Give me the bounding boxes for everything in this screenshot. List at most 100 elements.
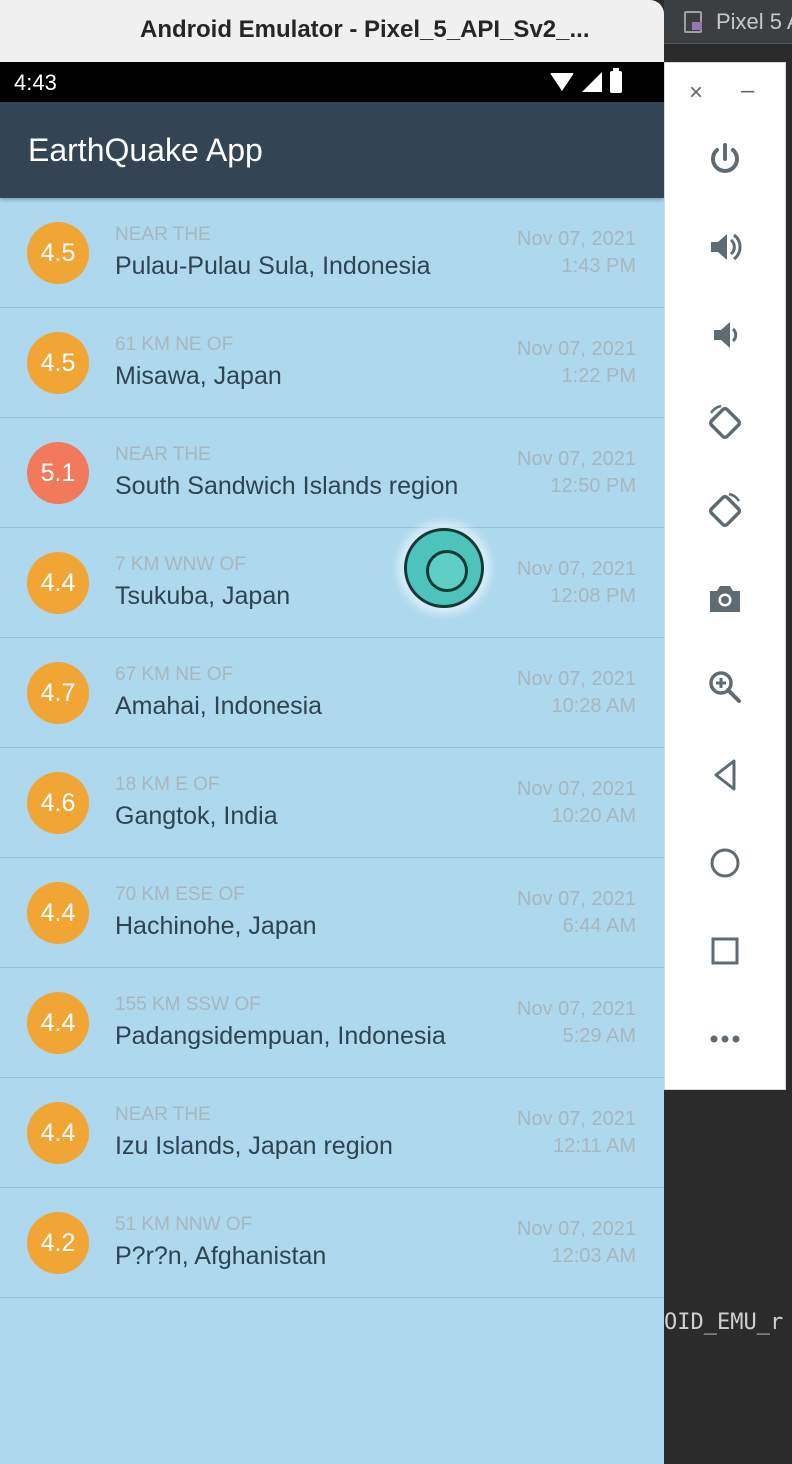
earthquake-row[interactable]: 4.4 70 KM ESE OF Hachinohe, Japan Nov 07, 2… bbox=[0, 858, 664, 968]
zoom-icon bbox=[709, 671, 741, 703]
earthquake-row[interactable]: 4.2 51 KM NNW OF P?r?n, Afghanistan Nov 07,… bbox=[0, 1188, 664, 1298]
quake-date: Nov 07, 2021 bbox=[517, 888, 636, 910]
primary-location: Tsukuba, Japan bbox=[115, 582, 291, 610]
earthquake-row[interactable]: 4.4 155 KM SSW OF Padangsidempuan, Indones… bbox=[0, 968, 664, 1078]
location-offset: 61 KM NE OF bbox=[115, 334, 234, 355]
volume-up-button[interactable] bbox=[703, 225, 747, 269]
earthquake-row[interactable]: 4.4 NEAR THE Izu Islands, Japan region Nov … bbox=[0, 1078, 664, 1188]
volume-down-icon bbox=[714, 322, 738, 348]
home-button[interactable] bbox=[703, 841, 747, 885]
quake-time: 12:03 AM bbox=[551, 1245, 636, 1267]
quake-time: 1:43 PM bbox=[561, 255, 636, 277]
ide-tab-pixel5[interactable]: Pixel 5 A bbox=[664, 0, 792, 44]
earthquake-row[interactable]: 4.4 7 KM WNW OF Tsukuba, Japan Nov 07, 2021… bbox=[0, 528, 664, 638]
status-bar: 4:43 bbox=[0, 62, 664, 102]
location-offset: NEAR THE bbox=[115, 1104, 211, 1125]
power-button[interactable] bbox=[703, 137, 747, 181]
app-title: EarthQuake App bbox=[28, 132, 263, 168]
magnitude-badge: 5.1 bbox=[27, 442, 89, 504]
volume-up-icon bbox=[711, 233, 742, 261]
phone-screen[interactable]: 4:43 EarthQuake App 4.5 NEAR THE Pulau-Pul… bbox=[0, 62, 664, 1464]
location-offset: 155 KM SSW OF bbox=[115, 994, 261, 1015]
magnitude-badge: 4.5 bbox=[27, 222, 89, 284]
magnitude-badge: 4.4 bbox=[27, 992, 89, 1054]
primary-location: Amahai, Indonesia bbox=[115, 692, 323, 720]
primary-location: Misawa, Japan bbox=[115, 362, 282, 390]
more-icon bbox=[710, 1035, 740, 1043]
quake-date: Nov 07, 2021 bbox=[517, 1218, 636, 1240]
screenshot-button[interactable] bbox=[703, 577, 747, 621]
emulator-toolbar: × – bbox=[664, 62, 786, 1090]
back-icon bbox=[714, 759, 736, 791]
zoom-button[interactable] bbox=[703, 665, 747, 709]
quake-date: Nov 07, 2021 bbox=[517, 558, 636, 580]
rotate-right-button[interactable] bbox=[703, 489, 747, 533]
minimize-button[interactable]: – bbox=[741, 77, 754, 105]
rotate-left-button[interactable] bbox=[703, 401, 747, 445]
quake-date: Nov 07, 2021 bbox=[517, 778, 636, 800]
back-button[interactable] bbox=[703, 753, 747, 797]
camera-icon bbox=[710, 586, 740, 612]
quake-date: Nov 07, 2021 bbox=[517, 338, 636, 360]
quake-date: Nov 07, 2021 bbox=[517, 998, 636, 1020]
quake-time: 12:11 AM bbox=[552, 1135, 636, 1157]
quake-time: 1:22 PM bbox=[561, 365, 636, 387]
signal-icon bbox=[582, 72, 602, 92]
location-offset: NEAR THE bbox=[115, 224, 211, 245]
status-icons bbox=[550, 68, 622, 93]
primary-location: Izu Islands, Japan region bbox=[115, 1132, 393, 1160]
earthquake-row[interactable]: 5.1 NEAR THE South Sandwich Islands region… bbox=[0, 418, 664, 528]
quake-time: 12:50 PM bbox=[550, 475, 636, 497]
location-offset: 51 KM NNW OF bbox=[115, 1214, 253, 1235]
earthquake-row[interactable]: 4.5 61 KM NE OF Misawa, Japan Nov 07, 2021 1… bbox=[0, 308, 664, 418]
overview-button[interactable] bbox=[703, 929, 747, 973]
quake-date: Nov 07, 2021 bbox=[517, 1108, 636, 1130]
quake-time: 10:20 AM bbox=[551, 805, 636, 827]
primary-location: South Sandwich Islands region bbox=[115, 472, 459, 500]
earthquake-row[interactable]: 4.5 NEAR THE Pulau-Pulau Sula, Indonesia No… bbox=[0, 198, 664, 308]
app-bar: EarthQuake App bbox=[0, 102, 664, 198]
home-icon bbox=[710, 848, 740, 878]
wifi-icon bbox=[550, 73, 574, 91]
location-offset: 18 KM E OF bbox=[115, 774, 220, 795]
quake-date: Nov 07, 2021 bbox=[517, 448, 636, 470]
earthquake-row[interactable]: 4.6 18 KM E OF Gangtok, India Nov 07, 2021 1… bbox=[0, 748, 664, 858]
power-icon bbox=[711, 143, 739, 173]
location-offset: NEAR THE bbox=[115, 444, 211, 465]
quake-time: 5:29 AM bbox=[562, 1025, 636, 1047]
quake-date: Nov 07, 2021 bbox=[517, 668, 636, 690]
location-offset: 70 KM ESE OF bbox=[115, 884, 245, 905]
earthquake-list[interactable]: 4.5 NEAR THE Pulau-Pulau Sula, Indonesia No… bbox=[0, 198, 664, 1298]
battery-icon bbox=[610, 68, 622, 93]
status-time: 4:43 bbox=[14, 70, 57, 95]
quake-time: 10:28 AM bbox=[551, 695, 636, 717]
location-offset: 67 KM NE OF bbox=[115, 664, 234, 685]
magnitude-badge: 4.7 bbox=[27, 662, 89, 724]
magnitude-badge: 4.4 bbox=[27, 552, 89, 614]
touch-indicator bbox=[404, 528, 484, 608]
primary-location: Padangsidempuan, Indonesia bbox=[115, 1022, 446, 1050]
primary-location: Gangtok, India bbox=[115, 802, 278, 830]
earthquake-row[interactable]: 4.7 67 KM NE OF Amahai, Indonesia Nov 07, 2… bbox=[0, 638, 664, 748]
magnitude-badge: 4.6 bbox=[27, 772, 89, 834]
more-button[interactable] bbox=[703, 1017, 747, 1061]
device-file-icon bbox=[684, 11, 702, 33]
primary-location: Pulau-Pulau Sula, Indonesia bbox=[115, 252, 431, 280]
quake-time: 6:44 AM bbox=[562, 915, 636, 937]
volume-down-button[interactable] bbox=[703, 313, 747, 357]
magnitude-badge: 4.4 bbox=[27, 1102, 89, 1164]
emulator-title: Android Emulator - Pixel_5_API_Sv2_... bbox=[140, 16, 590, 43]
primary-location: Hachinohe, Japan bbox=[115, 912, 317, 940]
magnitude-badge: 4.5 bbox=[27, 332, 89, 394]
magnitude-badge: 4.4 bbox=[27, 882, 89, 944]
quake-time: 12:08 PM bbox=[550, 585, 636, 607]
emulator-title-bar[interactable]: Android Emulator - Pixel_5_API_Sv2_... bbox=[0, 0, 664, 62]
ide-console-text: OID_EMU_r bbox=[664, 1310, 784, 1335]
overview-icon bbox=[711, 937, 739, 965]
rotate-right-icon bbox=[708, 492, 742, 528]
magnitude-badge: 4.2 bbox=[27, 1212, 89, 1274]
location-offset: 7 KM WNW OF bbox=[115, 554, 246, 575]
quake-date: Nov 07, 2021 bbox=[517, 228, 636, 250]
close-button[interactable]: × bbox=[689, 79, 703, 107]
ide-tab-label: Pixel 5 A bbox=[716, 9, 792, 34]
